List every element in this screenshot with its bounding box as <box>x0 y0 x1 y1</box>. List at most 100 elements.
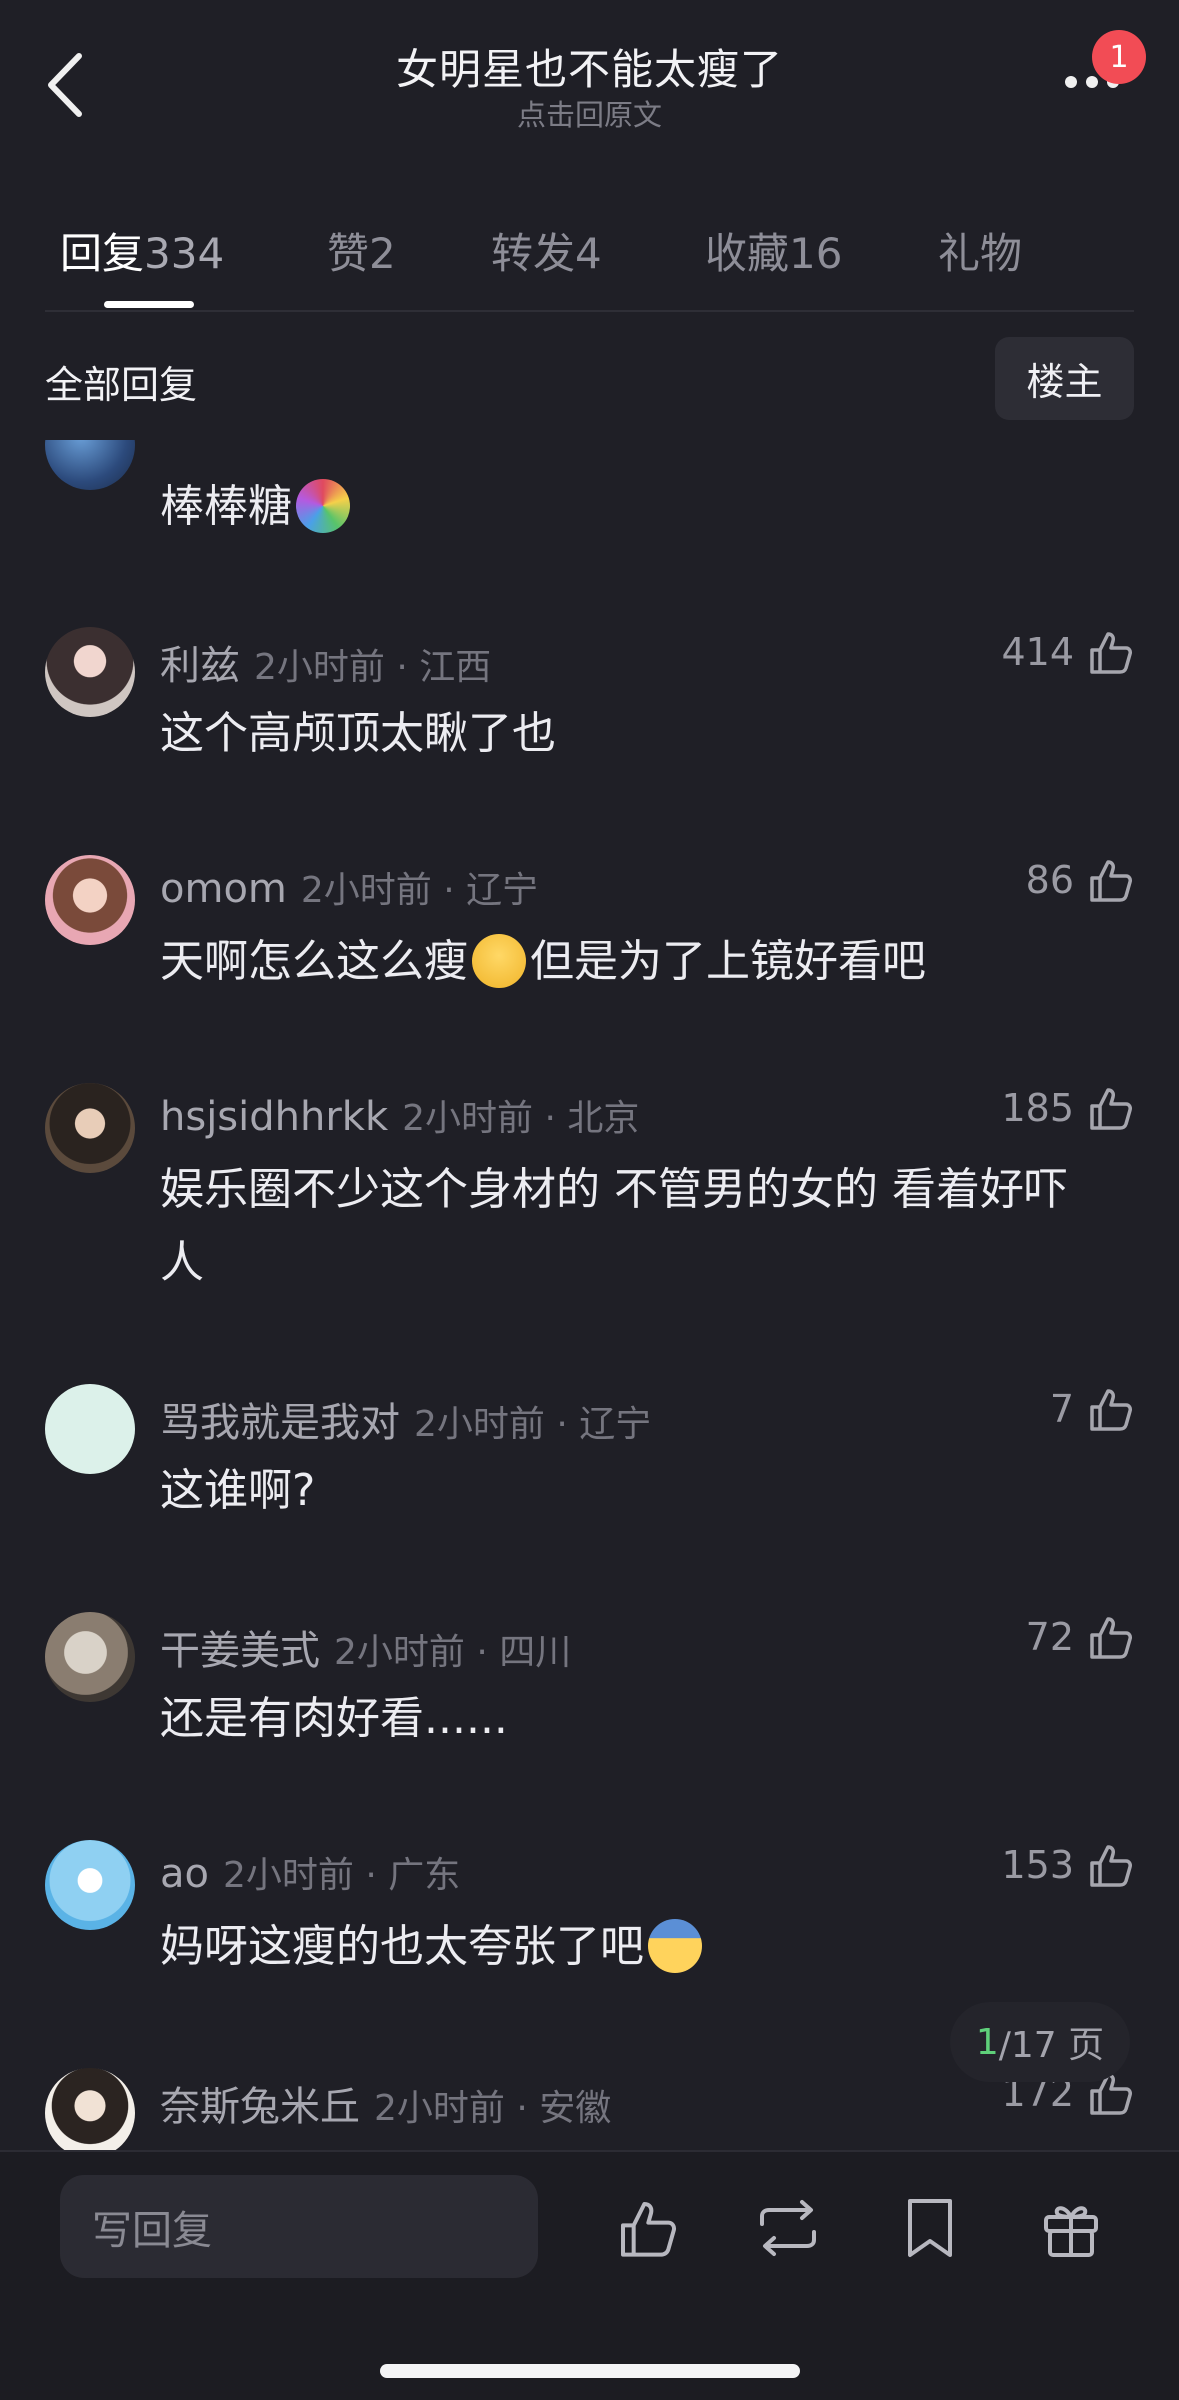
avatar[interactable] <box>45 1083 135 1173</box>
like-count: 7 <box>1049 1387 1074 1431</box>
reply-input[interactable]: 写回复 <box>60 2175 538 2278</box>
comment-text-content: 妈呀这瘦的也太夸张了吧 <box>160 1921 644 1972</box>
back-to-original-link[interactable]: 点击回原文 <box>0 92 1179 134</box>
comment-text-part: 天啊怎么这么瘦 <box>160 936 468 987</box>
page-indicator[interactable]: 1/17 页 <box>950 2002 1130 2082</box>
tab-favorites[interactable]: 收藏16 <box>705 220 842 281</box>
like-count: 86 <box>1025 858 1074 902</box>
bookmark-icon <box>908 2199 952 2257</box>
repost-button[interactable] <box>748 2188 828 2268</box>
comment-time-location: 2小时前 · 辽宁 <box>300 870 539 911</box>
active-tab-indicator <box>104 301 194 308</box>
avatar[interactable] <box>45 1612 135 1702</box>
comment-text-part: 但是为了上镜好看吧 <box>530 936 926 987</box>
comment-text: 妈呀这瘦的也太夸张了吧 <box>160 1910 1090 1983</box>
comment-text: 天啊怎么这么瘦 但是为了上镜好看吧 <box>160 925 1090 998</box>
avatar[interactable] <box>45 2068 135 2150</box>
like-button[interactable]: 153 <box>1001 1840 1134 1890</box>
comment-username[interactable]: 利兹 <box>160 643 240 689</box>
gift-icon <box>1044 2206 1098 2257</box>
comment-time-location: 2小时前 · 四川 <box>334 1632 572 1673</box>
more-dots-icon <box>1065 76 1077 88</box>
tab-label: 转发 <box>491 229 576 278</box>
comment-time-location: 2小时前 · 江西 <box>254 647 492 688</box>
avatar[interactable] <box>45 627 135 717</box>
op-only-button[interactable]: 楼主 <box>995 337 1134 420</box>
thumbs-up-icon <box>1090 1088 1132 1130</box>
comment-username[interactable]: hsjsidhhrkk <box>160 1094 388 1140</box>
thumbs-up-icon <box>1090 1845 1132 1887</box>
like-count: 153 <box>1001 1843 1074 1887</box>
like-button[interactable]: 86 <box>1026 855 1134 905</box>
repost-icon <box>760 2200 816 2256</box>
tab-count: 2 <box>369 229 396 278</box>
bookmark-button[interactable] <box>890 2188 970 2268</box>
comment-text: 还是有肉好看...... <box>160 1693 508 1744</box>
home-indicator[interactable] <box>380 2364 800 2378</box>
like-post-button[interactable] <box>607 2188 687 2268</box>
comment-meta: hsjsidhhrkk 2小时前 · 北京 <box>160 1089 639 1141</box>
page-title[interactable]: 女明星也不能太瘦了 <box>0 36 1179 97</box>
tab-count: 334 <box>144 229 225 278</box>
tab-label: 礼物 <box>938 229 1023 278</box>
comment-meta: ao 2小时前 · 广东 <box>160 1846 460 1898</box>
bottom-action-bar: 写回复 <box>0 2150 1179 2400</box>
tab-label: 收藏 <box>705 229 790 278</box>
gift-button[interactable] <box>1031 2188 1111 2268</box>
total-pages: /17 页 <box>998 2025 1105 2066</box>
more-dot <box>1086 76 1098 88</box>
tab-reposts[interactable]: 转发4 <box>491 220 602 281</box>
header: 女明星也不能太瘦了 点击回原文 1 <box>0 0 1179 150</box>
like-count: 185 <box>1001 1086 1074 1130</box>
all-replies-label[interactable]: 全部回复 <box>45 354 197 409</box>
tab-gifts[interactable]: 礼物 <box>938 220 1022 281</box>
comment-text-content: 棒棒糖 <box>160 481 292 532</box>
thumbs-up-icon <box>1090 860 1132 902</box>
comment-text: 这谁啊? <box>160 1465 316 1516</box>
comment-username[interactable]: 骂我就是我对 <box>160 1400 400 1446</box>
like-count: 414 <box>1001 630 1074 674</box>
tab-count: 4 <box>575 229 602 278</box>
comment-username[interactable]: omom <box>160 866 287 912</box>
lollipop-icon <box>296 479 350 533</box>
thumbs-up-icon <box>1090 632 1132 674</box>
tab-replies[interactable]: 回复334 <box>60 220 224 281</box>
pleading-face-icon <box>472 934 526 988</box>
comment-meta: 骂我就是我对 2小时前 · 辽宁 <box>160 1390 651 1448</box>
avatar[interactable] <box>45 440 135 490</box>
like-button[interactable]: 72 <box>1026 1612 1134 1662</box>
thumbs-up-icon <box>1090 1389 1132 1431</box>
comment-list[interactable]: 棒棒糖 利兹 2小时前 · 江西 414 这个高颅顶太瞅了也 omom 2小时前 ·… <box>0 440 1179 2150</box>
thumbs-up-icon <box>1090 1617 1132 1659</box>
comment-meta: omom 2小时前 · 辽宁 <box>160 861 538 913</box>
tab-label: 赞 <box>327 229 370 278</box>
fearful-face-icon <box>648 1919 702 1973</box>
like-count: 72 <box>1025 1615 1074 1659</box>
notification-badge: 1 <box>1092 30 1146 84</box>
comment-time-location: 2小时前 · 北京 <box>402 1098 640 1139</box>
comment-time-location: 2小时前 · 辽宁 <box>414 1404 652 1445</box>
avatar[interactable] <box>45 1384 135 1474</box>
comment-meta: 利兹 2小时前 · 江西 <box>160 633 491 691</box>
tab-label: 回复 <box>60 229 145 278</box>
divider <box>45 310 1134 312</box>
tab-likes[interactable]: 赞2 <box>327 220 396 281</box>
avatar[interactable] <box>45 1840 135 1930</box>
avatar[interactable] <box>45 855 135 945</box>
like-button[interactable]: 185 <box>1001 1083 1134 1133</box>
comment-meta: 奈斯兔米丘 2小时前 · 安徽 <box>160 2074 611 2132</box>
comment-username[interactable]: 奈斯兔米丘 <box>160 2084 360 2130</box>
tab-bar: 回复334 赞2 转发4 收藏16 礼物 <box>0 200 1179 310</box>
comment-time-location: 2小时前 · 广东 <box>222 1855 461 1896</box>
thumbs-up-icon <box>621 2202 676 2257</box>
like-button[interactable]: 414 <box>1001 627 1134 677</box>
like-button[interactable]: 7 <box>1050 1384 1134 1434</box>
current-page: 1 <box>975 2021 999 2063</box>
comment-time-location: 2小时前 · 安徽 <box>374 2088 612 2129</box>
comment-text: 棒棒糖 <box>160 470 1090 543</box>
tab-count: 16 <box>789 229 843 278</box>
comment-meta: 干姜美式 2小时前 · 四川 <box>160 1618 571 1676</box>
comment-username[interactable]: 干姜美式 <box>160 1628 320 1674</box>
comment-username[interactable]: ao <box>160 1851 209 1897</box>
comment-text: 娱乐圈不少这个身材的 不管男的女的 看着好吓人 <box>160 1164 1068 1288</box>
